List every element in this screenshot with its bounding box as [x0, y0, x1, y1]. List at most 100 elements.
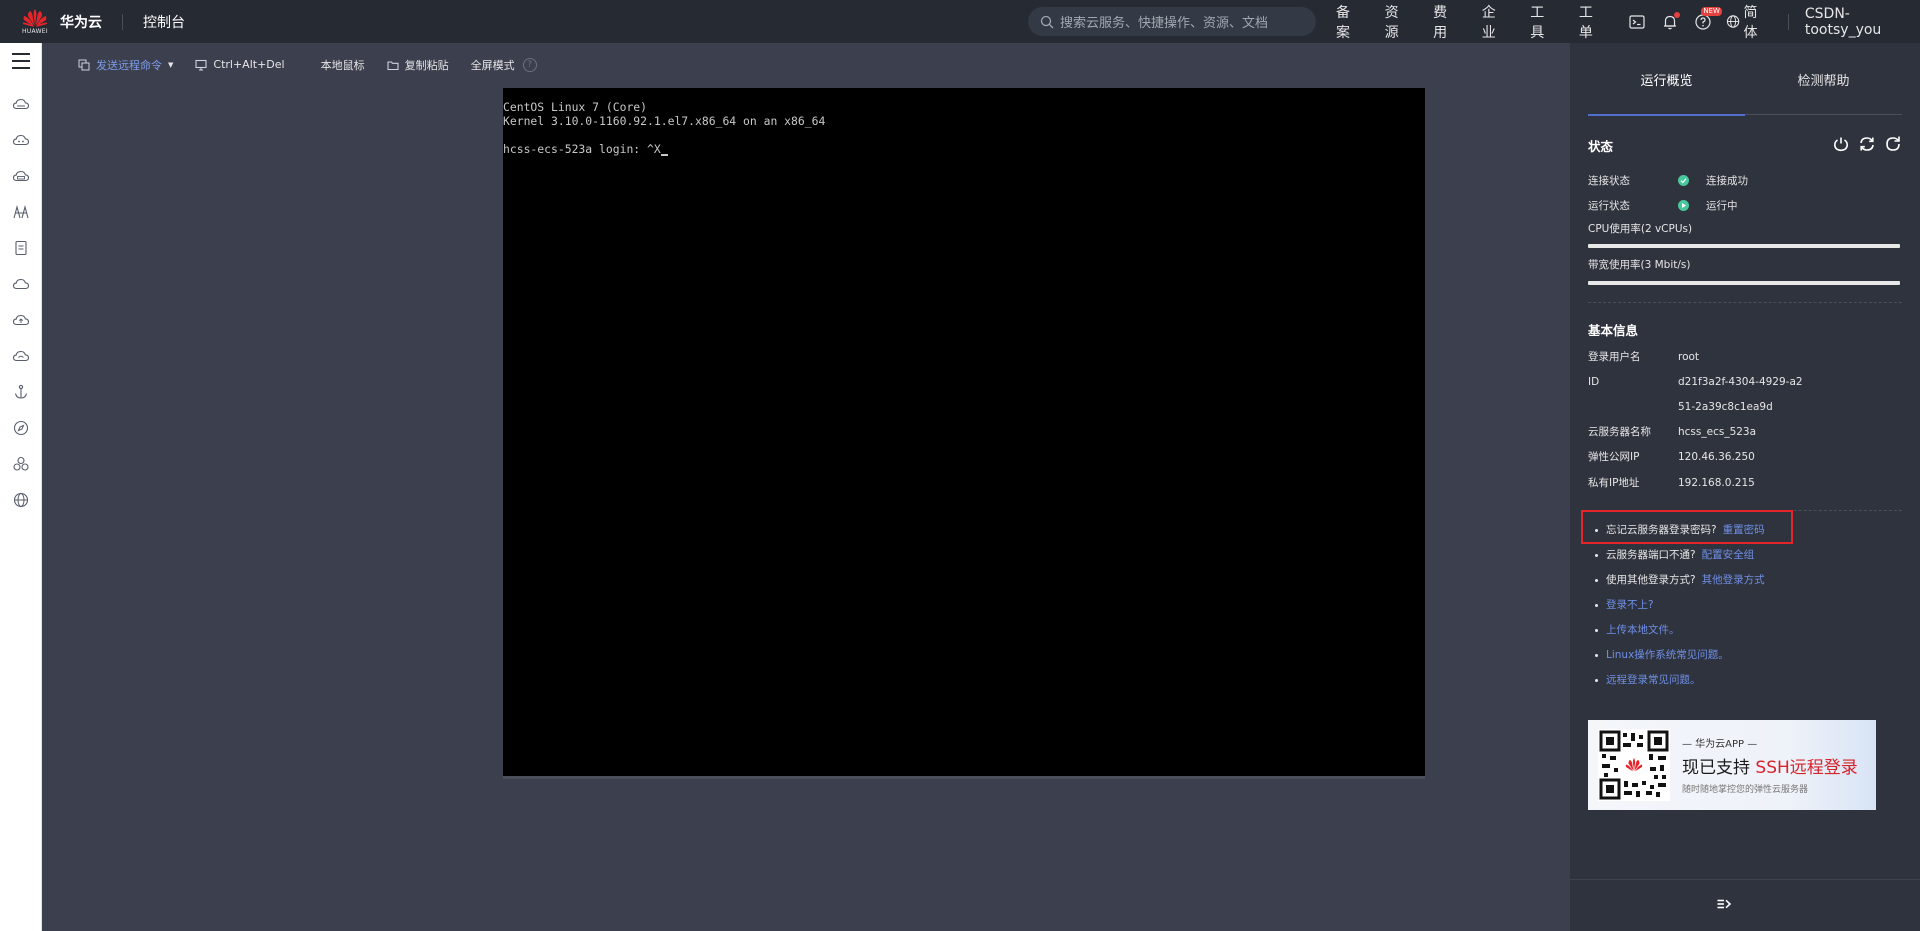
info-value: 192.168.0.215 [1678, 477, 1755, 489]
tab-diagnose-help[interactable]: 检测帮助 [1745, 43, 1902, 115]
info-value: root [1678, 351, 1700, 363]
nav-resources[interactable]: 资源 [1385, 2, 1412, 42]
tip-question: 云服务器端口不通? [1606, 549, 1696, 561]
other-login-link[interactable]: 其他登录方式 [1702, 574, 1765, 586]
anchor-icon[interactable] [12, 383, 30, 401]
connection-status-value: 连接成功 [1706, 175, 1748, 187]
ctrl-alt-del-label: Ctrl+Alt+Del [213, 58, 285, 71]
console-area: 发送远程命令 ▼ Ctrl+Alt+Del 本地鼠标 复制粘贴 全屏模式 ? C… [42, 43, 1570, 931]
fullscreen-button[interactable]: 全屏模式 [471, 57, 515, 73]
info-row-server-name: 云服务器名称 hcss_ecs_523a [1588, 420, 1828, 445]
copy-paste-label: 复制粘贴 [404, 58, 449, 72]
tab-overview[interactable]: 运行概览 [1588, 43, 1745, 116]
info-value: d21f3a2f-4304-4929-a251-2a39c8c1ea9d [1678, 376, 1803, 413]
banner-headline-highlight: SSH远程登录 [1755, 758, 1858, 778]
monitor-icon [195, 59, 207, 71]
info-label: 私有IP地址 [1588, 477, 1640, 489]
console-link[interactable]: 控制台 [143, 12, 185, 32]
top-nav-menu: 备案 资源 费用 企业 工具 工单 NEW 简体 CSDN-tootsy_you [1336, 0, 1920, 43]
banner-subtitle: 随时随地掌控您的弹性云服务器 [1682, 785, 1809, 795]
running-status-label: 运行状态 [1588, 200, 1630, 212]
running-status-value: 运行中 [1706, 200, 1738, 212]
help-icon[interactable]: ? [522, 57, 537, 72]
cloud-icon[interactable] [12, 275, 30, 293]
cannot-login-link[interactable]: 登录不上? [1606, 599, 1654, 611]
compass-icon[interactable] [12, 419, 30, 437]
cpu-usage-label: CPU使用率(2 vCPUs) [1588, 223, 1693, 235]
connection-status-label: 连接状态 [1588, 175, 1630, 187]
check-icon [1678, 175, 1689, 186]
cluster-icon[interactable] [12, 455, 30, 473]
banner-headline: 现已支持 SSH远程登录 [1682, 753, 1858, 778]
cloud-download-icon[interactable] [12, 347, 30, 365]
nav-tickets[interactable]: 工单 [1579, 2, 1606, 42]
info-row-id: ID d21f3a2f-4304-4929-a251-2a39c8c1ea9d [1588, 370, 1808, 420]
remote-login-faq-link[interactable]: 远程登录常见问题。 [1606, 674, 1701, 686]
ctrl-alt-del-button[interactable]: Ctrl+Alt+Del [195, 58, 285, 71]
tip-other-login: 使用其他登录方式? 其他登录方式 [1588, 568, 1908, 593]
terminal-line: Kernel 3.10.0-1160.92.1.el7.x86_64 on an… [503, 114, 826, 128]
bell-icon[interactable] [1660, 11, 1681, 32]
new-badge: NEW [1701, 6, 1722, 16]
upload-file-link[interactable]: 上传本地文件。 [1606, 624, 1680, 636]
power-icon[interactable] [1832, 135, 1850, 153]
info-label: ID [1588, 376, 1600, 388]
local-mouse-button[interactable]: 本地鼠标 [321, 57, 365, 73]
header-divider [1787, 13, 1789, 30]
cloud-upload-icon[interactable] [12, 311, 30, 329]
linux-faq-link[interactable]: Linux操作系统常见问题。 [1606, 649, 1729, 661]
restart-icon[interactable] [1858, 135, 1876, 153]
section-divider [1588, 302, 1902, 303]
vm-actions [1824, 135, 1902, 153]
globe-icon[interactable] [12, 491, 30, 509]
language-label: 简体 [1743, 4, 1758, 41]
logo-subtext: HUAWEI [22, 28, 48, 35]
huawei-logo-icon [22, 9, 48, 27]
terminal-prompt: hcss-ecs-523a login: ^X [503, 142, 661, 156]
help-icon[interactable]: NEW [1693, 6, 1722, 32]
top-navbar: HUAWEI 华为云 控制台 搜索云服务、快捷操作、资源、文档 备案 资源 费用… [0, 0, 1920, 43]
copy-paste-button[interactable]: 复制粘贴 [387, 57, 449, 73]
collapse-panel-icon[interactable] [1716, 896, 1732, 912]
cloud-icon[interactable] [12, 95, 30, 113]
connection-status-row: 连接状态 连接成功 [1588, 173, 1748, 188]
nav-beian[interactable]: 备案 [1336, 2, 1363, 42]
bandwidth-usage-label: 带宽使用率(3 Mbit/s) [1588, 259, 1691, 271]
vnc-terminal-screen[interactable]: CentOS Linux 7 (Core) Kernel 3.10.0-1160… [503, 88, 1425, 779]
network-icon[interactable] [12, 203, 30, 221]
info-value: hcss_ecs_523a [1678, 426, 1757, 438]
banner-text: — 华为云APP — 现已支持 SSH远程登录 随时随地掌控您的弹性云服务器 [1682, 735, 1858, 795]
terminal-icon[interactable] [1627, 12, 1646, 32]
send-remote-command-dropdown[interactable]: 发送远程命令 ▼ [78, 57, 173, 73]
tip-remote-login-faq: 远程登录常见问题。 [1588, 668, 1908, 693]
user-account[interactable]: CSDN-tootsy_you [1805, 6, 1920, 38]
cloud-storage-icon[interactable] [12, 167, 30, 185]
app-promo-banner[interactable]: — 华为云APP — 现已支持 SSH远程登录 随时随地掌控您的弹性云服务器 [1588, 720, 1876, 810]
refresh-icon[interactable] [1884, 135, 1902, 153]
info-label: 云服务器名称 [1588, 426, 1651, 438]
tip-linux-faq: Linux操作系统常见问题。 [1588, 643, 1908, 668]
info-row-username: 登录用户名 root [1588, 345, 1828, 370]
send-command-label: 发送远程命令 [96, 58, 162, 72]
banner-headline-prefix: 现已支持 [1682, 758, 1756, 778]
nav-billing[interactable]: 费用 [1433, 2, 1460, 42]
nav-tools[interactable]: 工具 [1530, 2, 1557, 42]
tip-upload-file: 上传本地文件。 [1588, 618, 1908, 643]
global-search-input[interactable]: 搜索云服务、快捷操作、资源、文档 [1028, 7, 1316, 36]
cpu-usage-bar [1588, 244, 1900, 248]
cloud-icon[interactable] [12, 131, 30, 149]
right-info-panel: 运行概览 检测帮助 状态 连接状态 连接成功 运行状态 运行中 CPU使用率(2… [1570, 43, 1920, 931]
huawei-logo[interactable]: HUAWEI [20, 8, 50, 35]
menu-icon[interactable] [12, 53, 30, 69]
header-divider [122, 13, 123, 30]
security-group-link[interactable]: 配置安全组 [1702, 549, 1755, 561]
play-icon [1678, 200, 1689, 211]
fullscreen-label: 全屏模式 [470, 58, 515, 72]
brand-name[interactable]: 华为云 [60, 12, 102, 32]
language-switch[interactable]: 简体 [1726, 2, 1770, 42]
local-mouse-label: 本地鼠标 [320, 58, 365, 72]
notification-dot [1674, 11, 1681, 18]
terminal-cursor [660, 144, 668, 156]
document-icon[interactable] [12, 239, 30, 257]
nav-enterprise[interactable]: 企业 [1482, 2, 1509, 42]
